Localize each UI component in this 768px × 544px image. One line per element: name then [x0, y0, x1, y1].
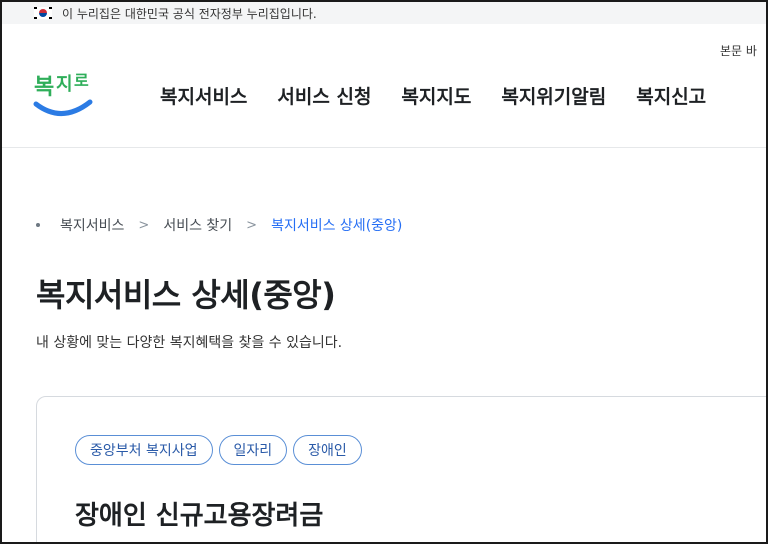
- browser-viewport: 이 누리집은 대한민국 공식 전자정부 누리집입니다. 본문 바 복 지 로 복…: [0, 0, 768, 544]
- skip-to-content-link[interactable]: 본문 바: [720, 42, 766, 59]
- tag-disabled: 장애인: [293, 435, 362, 465]
- nav-crisis-alert[interactable]: 복지위기알림: [501, 82, 606, 109]
- breadcrumb: 복지서비스 > 서비스 찾기 > 복지서비스 상세(중앙): [36, 215, 402, 235]
- breadcrumb-home-icon[interactable]: [36, 223, 40, 227]
- main-navigation: 복지서비스 서비스 신청 복지지도 복지위기알림 복지신고: [160, 82, 736, 109]
- tag-employment: 일자리: [218, 435, 288, 465]
- chevron-right-icon: >: [246, 217, 258, 233]
- service-title: 장애인 신규고용장려금: [75, 501, 324, 531]
- chevron-right-icon: >: [138, 217, 150, 233]
- breadcrumb-item-service-search[interactable]: 서비스 찾기: [163, 215, 232, 235]
- tag-central-ministry: 중앙부처 복지사업: [75, 435, 213, 465]
- nav-welfare-map[interactable]: 복지지도: [401, 82, 471, 109]
- page-description: 내 상황에 맞는 다양한 복지혜택을 찾을 수 있습니다.: [36, 335, 343, 351]
- service-detail-card: 중앙부처 복지사업 일자리 장애인 장애인 신규고용장려금: [36, 396, 766, 542]
- bokjiro-logo-icon: 복 지 로: [33, 71, 93, 116]
- gov-official-banner: 이 누리집은 대한민국 공식 전자정부 누리집입니다.: [2, 2, 766, 24]
- nav-welfare-report[interactable]: 복지신고: [636, 82, 706, 109]
- svg-text:로: 로: [74, 71, 89, 90]
- breadcrumb-current: 복지서비스 상세(중앙): [271, 218, 403, 234]
- breadcrumb-item-welfare-service[interactable]: 복지서비스: [60, 215, 124, 235]
- nav-service-apply[interactable]: 서비스 신청: [277, 82, 371, 109]
- nav-welfare-service[interactable]: 복지서비스: [160, 82, 247, 109]
- gov-banner-text: 이 누리집은 대한민국 공식 전자정부 누리집입니다.: [62, 6, 317, 21]
- site-header: 본문 바 복 지 로 복지서비스 서비스 신청 복지지도 복지위기알림 복지신고: [2, 24, 766, 148]
- bokjiro-logo[interactable]: 복 지 로: [32, 64, 94, 122]
- korean-flag-icon: [34, 7, 52, 19]
- service-tags: 중앙부처 복지사업 일자리 장애인: [75, 435, 362, 465]
- svg-text:복: 복: [34, 75, 54, 100]
- page-title: 복지서비스 상세(중앙): [36, 276, 336, 314]
- svg-text:지: 지: [56, 74, 73, 95]
